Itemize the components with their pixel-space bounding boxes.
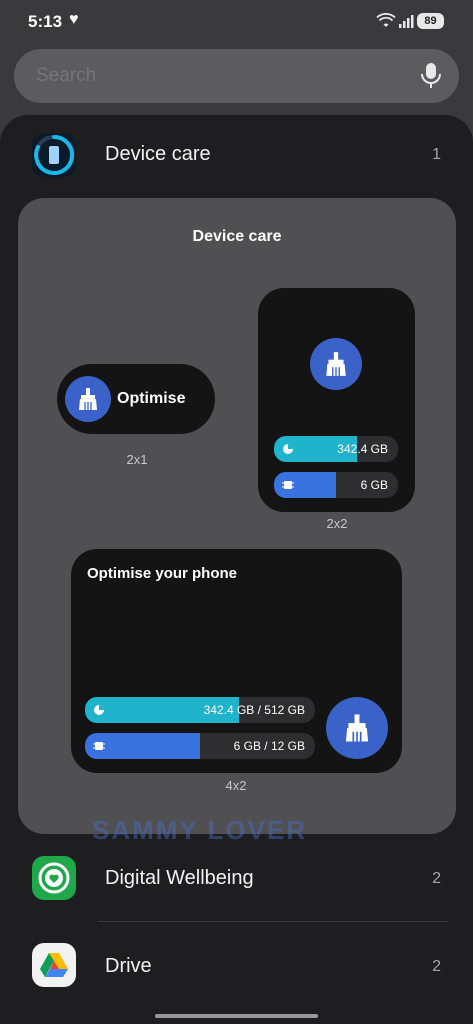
- widget-device-care-2x2[interactable]: 342.4 GB 6 GB: [258, 288, 415, 512]
- size-label-2x2: 2x2: [326, 516, 348, 531]
- app-row-device-care[interactable]: Device care 1: [0, 119, 473, 191]
- memory-value: 6 GB: [360, 478, 388, 492]
- app-name: Digital Wellbeing: [105, 867, 254, 889]
- broom-icon: [65, 376, 111, 422]
- preview-title: Device care: [192, 228, 282, 245]
- optimise-label: Optimise: [117, 390, 186, 407]
- app-name: Device care: [105, 143, 211, 165]
- memory-value: 6 GB / 12 GB: [233, 739, 305, 753]
- signal-icon: [399, 15, 414, 28]
- status-time: 5:13: [28, 12, 63, 31]
- home-indicator: [155, 1014, 318, 1018]
- divider: [98, 921, 448, 922]
- storage-bar: 342.4 GB: [274, 436, 398, 462]
- storage-pie-icon: [283, 444, 293, 454]
- storage-value: 342.4 GB: [337, 442, 388, 456]
- widget-title: Optimise your phone: [87, 565, 238, 582]
- storage-value: 342.4 GB / 512 GB: [203, 703, 305, 717]
- drive-icon: [32, 943, 76, 987]
- search-input[interactable]: [36, 49, 396, 103]
- device-care-icon: [32, 133, 76, 177]
- widget-count: 2: [432, 958, 441, 975]
- widget-count: 1: [432, 146, 441, 163]
- digital-wellbeing-icon: [32, 856, 76, 900]
- broom-icon: [310, 338, 362, 390]
- status-bar: 5:13 ♥ 89: [0, 0, 473, 44]
- size-label-2x1: 2x1: [126, 452, 148, 467]
- heart-icon: ♥: [69, 11, 79, 28]
- storage-bar: 342.4 GB / 512 GB: [85, 697, 315, 723]
- widget-count: 2: [432, 870, 441, 887]
- search-bar[interactable]: [14, 49, 459, 103]
- broom-icon: [326, 697, 388, 759]
- app-row-digital-wellbeing[interactable]: Digital Wellbeing 2: [0, 842, 473, 914]
- app-name: Drive: [105, 955, 152, 977]
- widget-optimise-4x2[interactable]: Optimise your phone 342.4 GB / 512 GB 6 …: [71, 549, 402, 773]
- size-label-4x2: 4x2: [225, 778, 247, 793]
- microphone-icon[interactable]: [419, 62, 443, 90]
- wifi-icon: [376, 13, 396, 27]
- widget-preview-panel: Device care Optimise 2x1 342.4 GB 6 GB 2…: [18, 198, 456, 834]
- memory-bar: 6 GB / 12 GB: [85, 733, 315, 759]
- memory-chip-icon: [282, 481, 294, 489]
- memory-bar: 6 GB: [274, 472, 398, 498]
- storage-pie-icon: [94, 705, 104, 715]
- app-row-drive[interactable]: Drive 2: [0, 930, 473, 1002]
- battery-indicator: 89: [417, 13, 444, 29]
- widget-optimise-2x1[interactable]: Optimise: [57, 364, 215, 434]
- memory-chip-icon: [93, 742, 105, 750]
